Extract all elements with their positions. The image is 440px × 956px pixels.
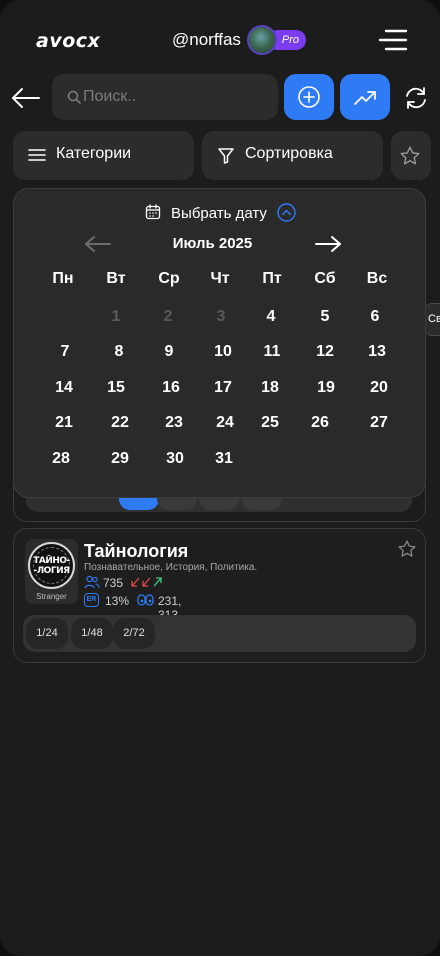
calendar-day[interactable]: 1 <box>92 308 140 326</box>
calendar-day[interactable]: 11 <box>248 343 296 361</box>
categories-label: Категории <box>56 145 132 162</box>
calendar-day[interactable]: 27 <box>355 414 403 432</box>
users-icon <box>84 575 100 589</box>
weekday-label: Ср <box>158 270 180 287</box>
calendar-day[interactable]: 21 <box>40 414 88 432</box>
calendar-day[interactable]: 13 <box>353 343 401 361</box>
channel-name[interactable]: Тайнология <box>84 541 188 562</box>
trending-up-icon <box>354 91 376 105</box>
calendar-day[interactable]: 5 <box>301 308 349 326</box>
pill[interactable]: 1/48 <box>71 618 113 649</box>
side-chip[interactable]: Све <box>424 303 440 336</box>
add-button[interactable] <box>284 74 334 120</box>
channel-logo-box: ТАЙНО- -ЛОГИЯ Stranger <box>25 539 78 604</box>
app-screen: avocx @norffas Pro Поиск.. Категории Сор… <box>0 0 440 956</box>
calendar-day[interactable]: 10 <box>199 343 247 361</box>
calendar-day[interactable]: 30 <box>151 450 199 468</box>
calendar-day[interactable]: 16 <box>147 379 195 397</box>
trending-button[interactable] <box>340 74 390 120</box>
weekday-label: Вт <box>106 270 126 287</box>
er-badge: ER <box>84 593 99 607</box>
search-box[interactable] <box>52 74 278 120</box>
menu-icon[interactable] <box>378 27 408 53</box>
chevron-up-icon[interactable] <box>277 203 297 222</box>
date-picker-label: Выбрать дату <box>171 205 267 222</box>
weekday-label: Сб <box>314 270 336 287</box>
favorites-button[interactable] <box>391 131 431 180</box>
calendar-day[interactable]: 22 <box>96 414 144 432</box>
star-icon <box>400 146 420 165</box>
app-logo[interactable]: avocx <box>36 30 100 52</box>
calendar-day[interactable]: 14 <box>40 379 88 397</box>
calendar-day[interactable]: 8 <box>95 343 143 361</box>
er-value: 13% <box>105 594 130 608</box>
channel-pillbar: 1/24 1/48 2/72 <box>23 615 416 652</box>
back-arrow-icon[interactable] <box>10 84 42 112</box>
calendar-day[interactable]: 31 <box>200 450 248 468</box>
channel-logo-text: ТАЙНО- -ЛОГИЯ <box>33 556 70 576</box>
calendar-month: Июль 2025 <box>172 235 253 252</box>
calendar-day[interactable]: 23 <box>150 414 198 432</box>
weekday-label: Пн <box>52 270 74 287</box>
sort-button[interactable]: Сортировка <box>202 131 383 180</box>
top-bar: avocx @norffas Pro <box>0 20 440 60</box>
search-icon <box>67 90 81 104</box>
calendar-day[interactable]: 4 <box>247 308 295 326</box>
calendar-day[interactable]: 28 <box>37 450 85 468</box>
calendar-day[interactable]: 3 <box>197 308 245 326</box>
calendar-day[interactable]: 15 <box>92 379 140 397</box>
weekday-label: Чт <box>210 270 230 287</box>
calendar-day[interactable]: 20 <box>355 379 403 397</box>
calendar-day[interactable]: 7 <box>41 343 89 361</box>
calendar-day[interactable]: 12 <box>301 343 349 361</box>
views-icon <box>137 594 154 606</box>
username[interactable]: @norffas <box>172 30 241 50</box>
calendar-day[interactable]: 19 <box>302 379 350 397</box>
avatar[interactable] <box>247 25 277 55</box>
channel-card[interactable]: ТАЙНО- -ЛОГИЯ Stranger Тайнология Познав… <box>13 528 426 663</box>
pill[interactable]: 2/72 <box>113 618 155 649</box>
calendar-day[interactable]: 25 <box>246 414 294 432</box>
sort-label: Сортировка <box>245 145 333 162</box>
categories-button[interactable]: Категории <box>13 131 194 180</box>
refresh-icon[interactable] <box>402 84 430 112</box>
next-month-arrow-icon[interactable] <box>314 235 342 253</box>
calendar-day[interactable]: 17 <box>199 379 247 397</box>
star-icon[interactable] <box>397 539 417 559</box>
filter-funnel-icon <box>218 148 234 164</box>
trend-arrows-icon <box>131 577 162 587</box>
calendar-day[interactable]: 26 <box>296 414 344 432</box>
calendar-day[interactable]: 9 <box>145 343 193 361</box>
date-picker-header[interactable]: Выбрать дату <box>14 203 427 225</box>
plus-circle-icon <box>298 86 320 108</box>
calendar-icon <box>145 204 160 220</box>
calendar-day[interactable]: 24 <box>201 414 249 432</box>
pill[interactable]: 1/24 <box>26 618 68 649</box>
channel-logo: ТАЙНО- -ЛОГИЯ <box>28 542 75 589</box>
search-input[interactable] <box>83 74 263 120</box>
calendar-day[interactable]: 29 <box>96 450 144 468</box>
channel-description: Познавательное, История, Политика. <box>84 562 258 573</box>
channel-category: Stranger <box>36 592 67 601</box>
date-picker: Выбрать дату Июль 2025 Пн Вт Ср Чт Пт Сб… <box>13 188 426 498</box>
weekday-label: Вс <box>366 270 388 287</box>
list-icon <box>28 149 46 161</box>
calendar-day[interactable]: 18 <box>246 379 294 397</box>
weekday-label: Пт <box>262 270 282 287</box>
calendar-day[interactable]: 6 <box>351 308 399 326</box>
subscribers-count: 735 <box>103 576 124 590</box>
calendar-day[interactable]: 2 <box>144 308 192 326</box>
